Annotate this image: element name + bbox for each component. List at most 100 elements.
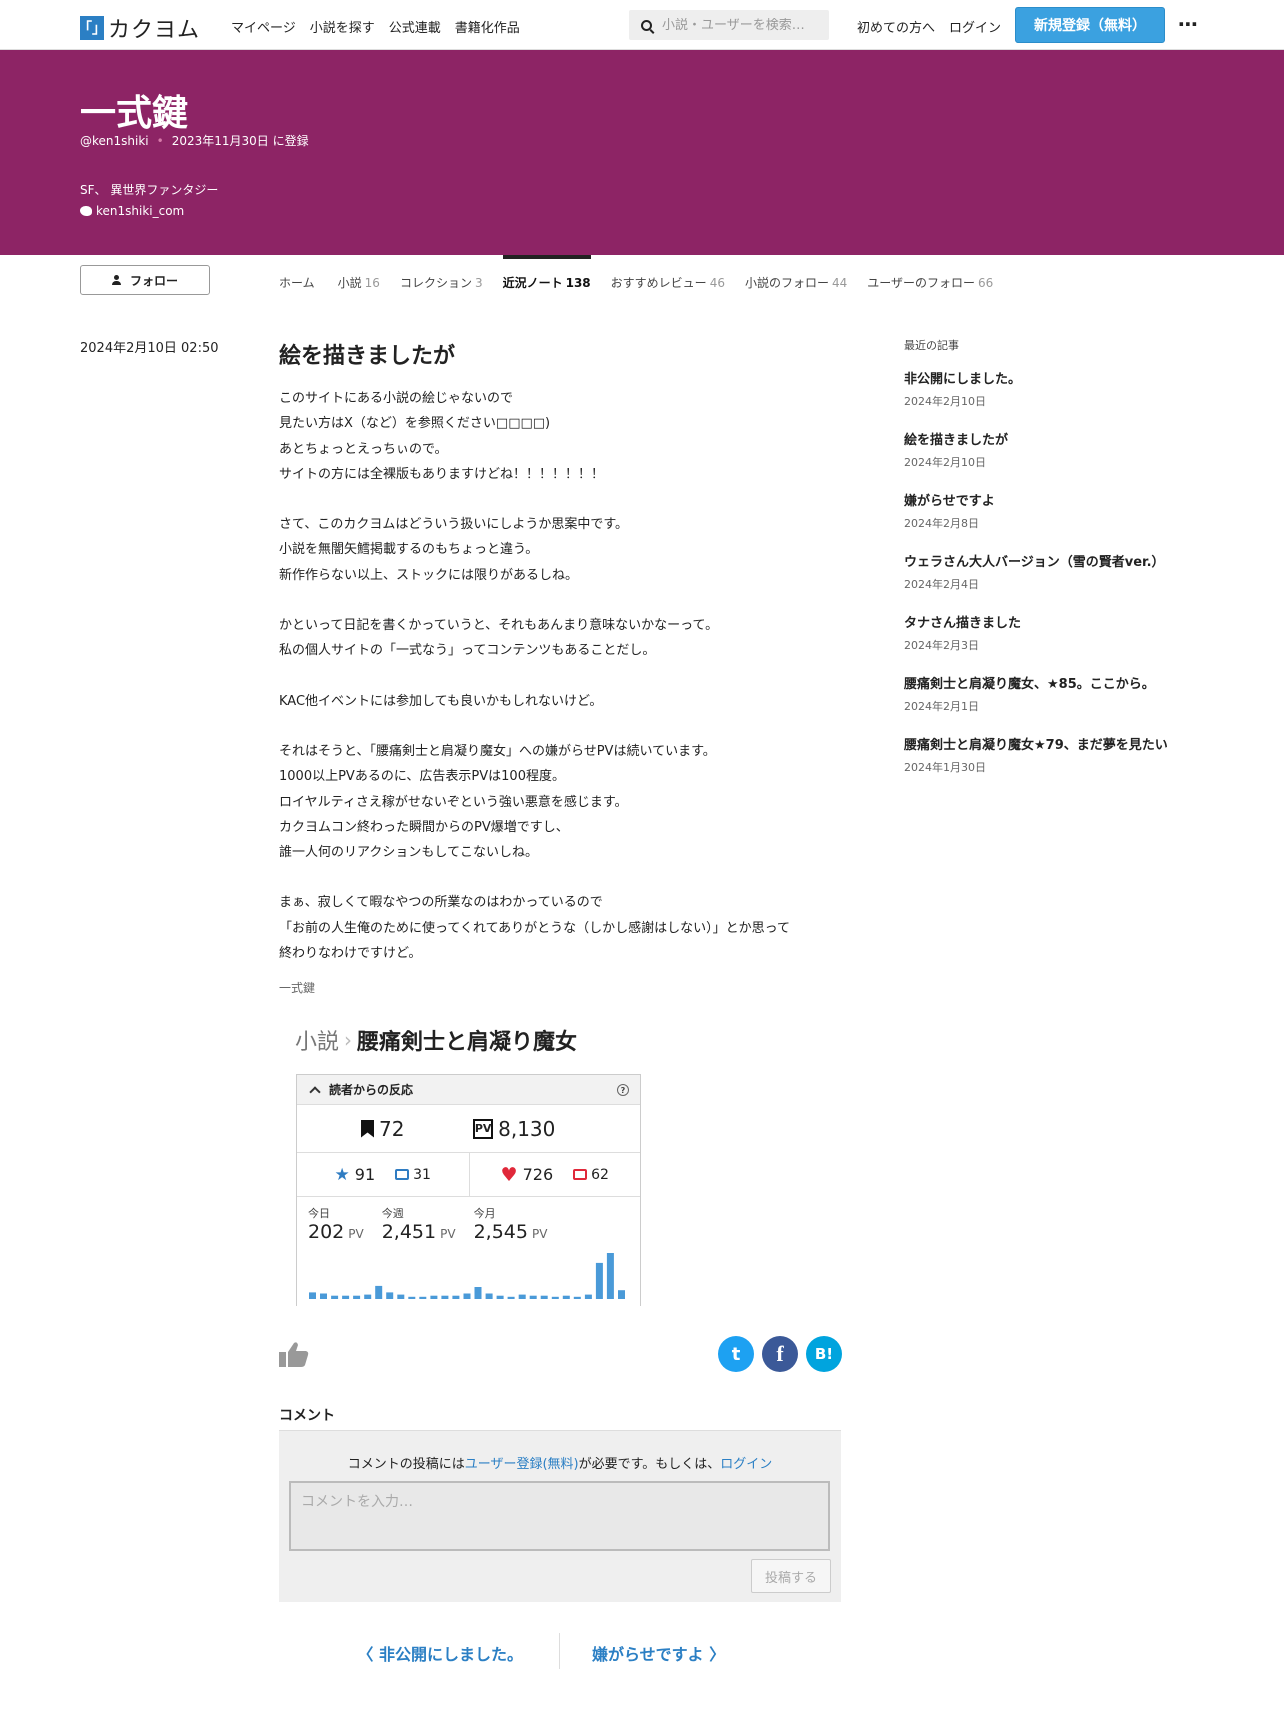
logo-text: カクヨム: [108, 18, 201, 43]
post-date: 2024年2月10日 02:50: [80, 341, 219, 356]
reader-reactions-panel: 読者からの反応 ? 72 PV 8,130 ★ 91 31 ♥ 726 62 今…: [296, 1074, 641, 1306]
tab-home[interactable]: ホーム: [279, 254, 318, 294]
thumbs-up-icon[interactable]: [279, 1341, 309, 1367]
pv-bar: [386, 1292, 394, 1299]
pv-bar: [397, 1294, 405, 1299]
pv-today-label: 今日: [308, 1207, 330, 1220]
pv-bar: [375, 1285, 383, 1299]
recent-post-title: ウェラさん大人バージョン（雪の賢者ver.）: [904, 555, 1165, 570]
comment-input[interactable]: [289, 1481, 830, 1551]
tab-novel-follows[interactable]: 小説のフォロー 44: [745, 254, 847, 294]
user-name[interactable]: 一式鍵: [80, 84, 188, 136]
submit-comment-button[interactable]: 投稿する: [751, 1559, 831, 1593]
recent-post-item[interactable]: 絵を描きましたが 2024年2月10日: [904, 429, 1234, 490]
tab-label: 小説のフォロー: [744, 276, 829, 290]
twitter-bird-icon: [80, 206, 92, 216]
recent-post-item[interactable]: 腰痛剣士と肩凝り魔女、★85。ここから。 2024年2月1日: [904, 673, 1234, 734]
post-body-line: 見たい方はX（など）を参照ください□□□□): [279, 416, 551, 432]
tab-novels[interactable]: 小説 16: [338, 254, 380, 294]
pv-bar: [518, 1294, 526, 1299]
star-icon: ★: [334, 1164, 350, 1185]
recent-post-item[interactable]: 非公開にしました。 2024年2月10日: [904, 368, 1234, 429]
post-body-line: カクヨムコン終わった瞬間からのPV爆増ですし、: [279, 819, 569, 835]
twitter-share-icon[interactable]: t: [718, 1336, 754, 1372]
follow-label: フォロー: [129, 273, 178, 288]
recent-post-date: 2024年2月8日: [904, 517, 979, 530]
chevron-up-icon: [309, 1085, 321, 1098]
embedded-image[interactable]: 小説 › 腰痛剣士と肩凝り魔女 読者からの反応 ? 72 PV 8,130 ★ …: [279, 1011, 679, 1306]
post-body-line: KAC他イベントには参加しても良いかもしれないけど。: [279, 693, 603, 709]
recent-post-title: 嫌がらせですよ: [904, 494, 995, 509]
next-post-link[interactable]: 嫌がらせですよ 〉: [592, 1641, 725, 1665]
post-body-line: 私の個人サイトの「一式なう」ってコンテンツもあることだし。: [279, 643, 656, 659]
pv-bar: [485, 1293, 493, 1299]
star-comment-count: 31: [413, 1166, 431, 1183]
star-comment-stat: 31: [395, 1167, 431, 1183]
heart-comment-stat: 62: [573, 1167, 609, 1183]
pv-bar: [342, 1295, 350, 1299]
comment-login-link[interactable]: ログイン: [720, 1457, 772, 1472]
user-registered: 2023年11月30日 に登録: [171, 134, 309, 148]
pv-unit: PV: [348, 1227, 364, 1241]
comments-heading: コメント: [279, 1408, 335, 1424]
post-body-line: 小説を無闇矢鱈掲載するのもちょっと違う。: [279, 542, 539, 558]
post-body-line: [279, 865, 839, 890]
top-nav: マイページ 小説を探す 公式連載 書籍化作品: [231, 17, 520, 36]
pv-stat: PV 8,130: [429, 1117, 601, 1141]
pv-week-value: 2,451: [381, 1221, 437, 1243]
tab-reviews[interactable]: おすすめレビュー 46: [611, 254, 725, 294]
user-meta: @ken1shiki • 2023年11月30日 に登録: [80, 132, 309, 149]
tab-activity-notes[interactable]: 近況ノート 138: [502, 254, 591, 294]
nav-search-novels[interactable]: 小説を探す: [310, 17, 375, 36]
signup-button[interactable]: 新規登録（無料）: [1015, 7, 1165, 43]
recent-post-item[interactable]: 嫌がらせですよ 2024年2月8日: [904, 490, 1234, 551]
recent-post-title: 腰痛剣士と肩凝り魔女★79、まだ夢を見たい: [904, 738, 1168, 753]
daily-pv-bars: [309, 1253, 625, 1299]
profile-banner: 一式鍵 @ken1shiki • 2023年11月30日 に登録 SF、 異世界…: [0, 50, 1284, 255]
facebook-share-icon[interactable]: f: [762, 1336, 798, 1372]
tab-count: 138: [565, 276, 591, 290]
note-text: が必要です。もしくは、: [578, 1457, 721, 1472]
tab-count: 16: [364, 276, 380, 290]
chevron-right-icon: ›: [344, 1028, 353, 1052]
tab-count: 66: [978, 276, 994, 290]
twitter-handle: ken1shiki_com: [96, 204, 185, 218]
recent-post-title: 非公開にしました。: [904, 372, 1022, 387]
profile-tabs: ホーム 小説 16 コレクション 3 近況ノート 138 おすすめレビュー 46 小説の…: [279, 254, 993, 294]
follow-button[interactable]: フォロー: [80, 265, 210, 295]
nav-official[interactable]: 公式連載: [389, 17, 441, 36]
search-input[interactable]: [662, 17, 822, 33]
post-body-line: 新作作らない以上、ストックには限りがあるしね。: [279, 567, 579, 583]
pv-unit: PV: [440, 1227, 456, 1241]
user-twitter-link[interactable]: ken1shiki_com: [80, 204, 184, 218]
recent-post-date: 2024年2月10日: [904, 395, 986, 408]
user-handle: @ken1shiki: [80, 133, 149, 148]
user-register-link[interactable]: ユーザー登録(無料): [465, 1457, 579, 1472]
post-body-line: サイトの方には全裸版もありますけどね！！！！！！！: [279, 466, 605, 482]
post-body-line: かといって日記を書くかっていうと、それもあんまり意味ないかなーって。: [279, 618, 719, 634]
reactions-row: ★ 91 31 ♥ 726 62: [297, 1153, 640, 1197]
hatena-bookmark-icon[interactable]: B!: [806, 1336, 842, 1372]
note-text: コメントの投稿には: [347, 1457, 465, 1472]
comment-bubble-icon: [573, 1169, 588, 1180]
recent-post-item[interactable]: タナさん描きました 2024年2月3日: [904, 612, 1234, 673]
totals-row: 72 PV 8,130: [297, 1105, 640, 1153]
post-body-line: [279, 487, 839, 512]
search-icon[interactable]: [641, 19, 652, 31]
more-menu-icon[interactable]: ⋯: [1178, 12, 1199, 36]
beginner-link[interactable]: 初めての方へ: [857, 17, 935, 36]
recent-post-item[interactable]: ウェラさん大人バージョン（雪の賢者ver.） 2024年2月4日: [904, 551, 1234, 612]
pv-bar: [309, 1292, 316, 1299]
reactions-header: 読者からの反応 ?: [297, 1075, 640, 1105]
post-body-line: [279, 588, 839, 613]
site-logo[interactable]: 「」 カクヨム: [78, 12, 201, 44]
prev-post-link[interactable]: 〈 非公開にしました。: [357, 1641, 523, 1665]
tab-user-follows[interactable]: ユーザーのフォロー 66: [867, 254, 993, 294]
recent-posts-heading: 最近の記事: [904, 339, 959, 352]
nav-mypage[interactable]: マイページ: [231, 17, 296, 36]
nav-published[interactable]: 書籍化作品: [455, 17, 520, 36]
recent-post-item[interactable]: 腰痛剣士と肩凝り魔女★79、まだ夢を見たい 2024年1月30日: [904, 734, 1234, 795]
tab-collections[interactable]: コレクション 3: [400, 254, 483, 294]
login-link[interactable]: ログイン: [949, 17, 1001, 36]
pv-bar: [595, 1262, 603, 1299]
